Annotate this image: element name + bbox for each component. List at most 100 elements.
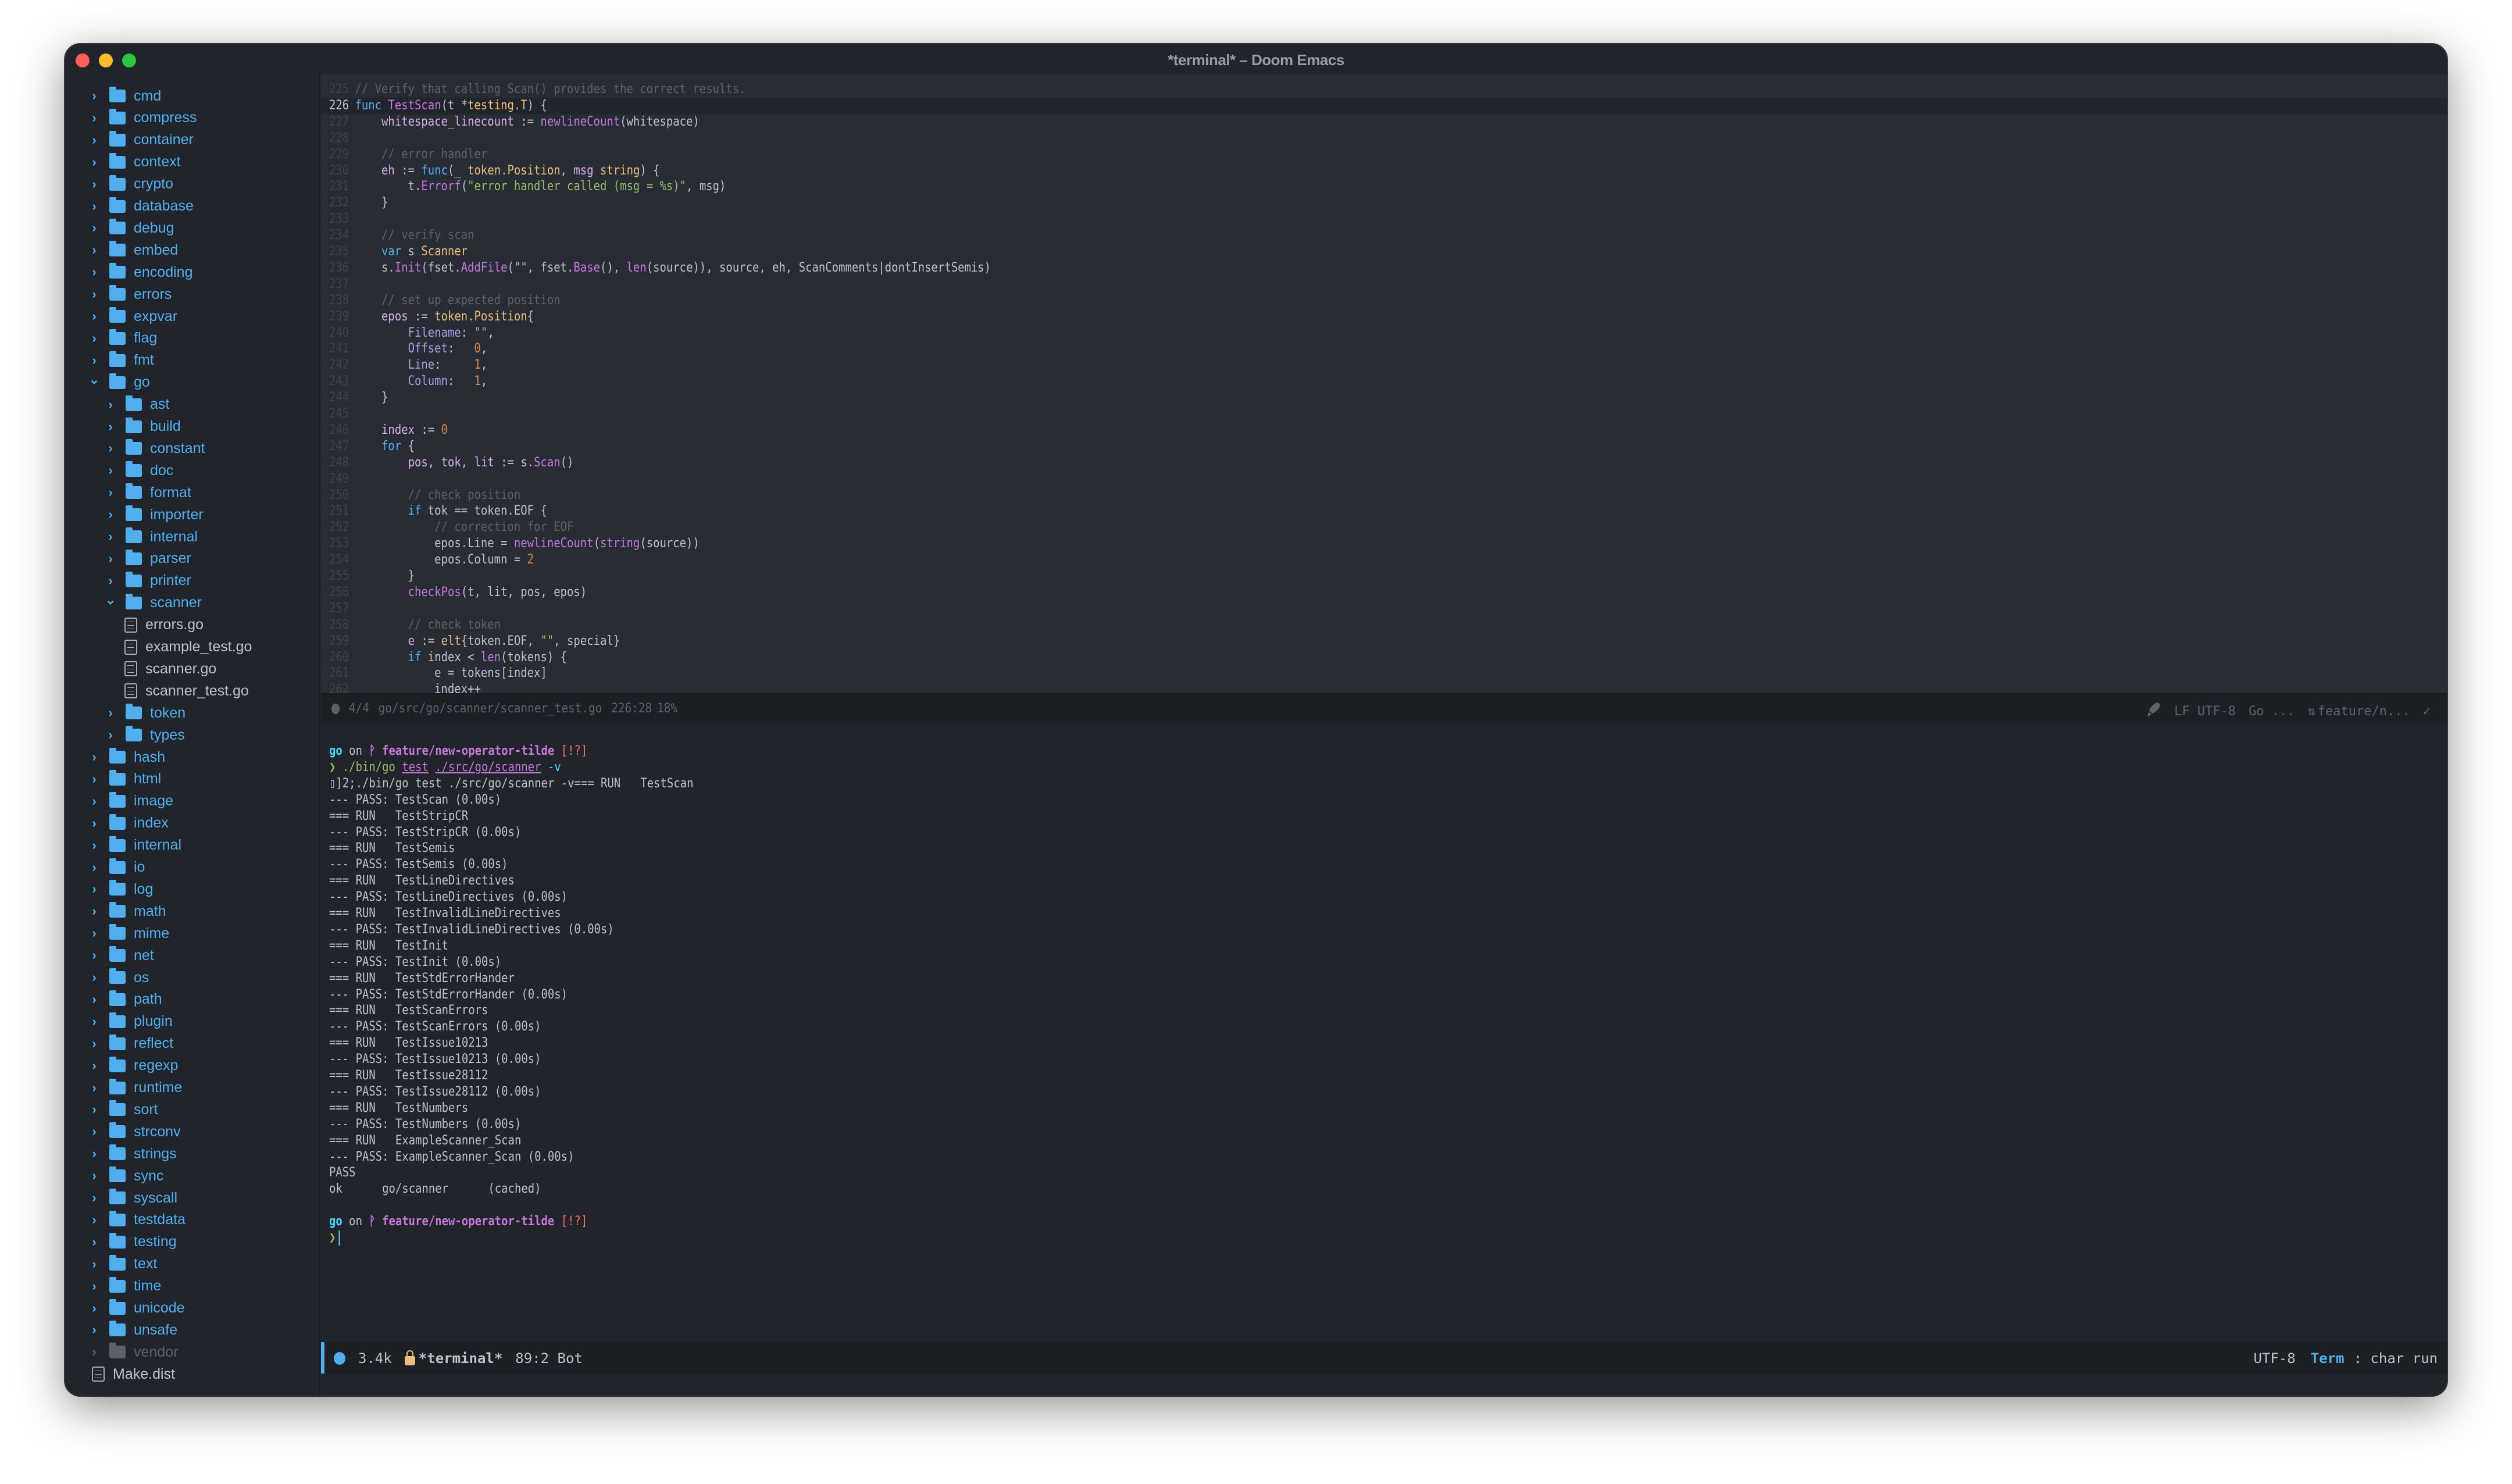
tree-folder-item[interactable]: › testing (88, 1231, 177, 1253)
tree-folder-item[interactable]: › importer (105, 504, 204, 526)
chevron-right-icon[interactable]: › (88, 155, 100, 170)
tree-folder-item[interactable]: › mime (88, 922, 169, 944)
chevron-right-icon[interactable]: › (105, 705, 116, 720)
chevron-right-icon[interactable]: › (88, 199, 100, 214)
code-line[interactable]: 261 e = tokens[index] (321, 665, 2149, 682)
tree-file-item[interactable]: scanner_test.go (124, 680, 249, 702)
code-line[interactable]: 249 (321, 471, 2149, 487)
chevron-right-icon[interactable]: › (88, 926, 100, 941)
chevron-right-icon[interactable]: › (88, 287, 100, 302)
chevron-right-icon[interactable]: › (105, 529, 116, 544)
chevron-right-icon[interactable]: › (88, 353, 100, 368)
chevron-right-icon[interactable]: › (105, 727, 116, 743)
tree-folder-item[interactable]: › strings (88, 1143, 177, 1165)
terminal-buffer[interactable]: go on ᚹ feature/new-operator-tilde [!?] ❯… (321, 723, 2447, 1342)
code-line[interactable]: 260 if index < len(tokens) { (321, 650, 2149, 666)
tree-folder-item[interactable]: › path (88, 989, 162, 1011)
tree-folder-item[interactable]: › syscall (88, 1187, 177, 1209)
code-line[interactable]: 240 Filename: "", (321, 325, 2149, 341)
chevron-right-icon[interactable]: › (105, 507, 116, 522)
tree-folder-item[interactable]: › reflect (88, 1033, 173, 1055)
tree-folder-item[interactable]: › plugin (88, 1011, 173, 1033)
code-line[interactable]: 230 eh := func(_ token.Position, msg str… (321, 163, 2149, 179)
chevron-right-icon[interactable]: › (88, 1058, 100, 1073)
tree-folder-item[interactable]: › embed (88, 239, 178, 261)
current-code-line[interactable]: 226 func TestScan(t *testing.T) { (321, 97, 2447, 114)
code-line[interactable]: 234 // verify scan (321, 227, 2149, 244)
tree-folder-item[interactable]: › strconv (88, 1121, 181, 1143)
tree-folder-item[interactable]: › html (88, 768, 161, 790)
tree-folder-item[interactable]: › token (105, 702, 185, 724)
code-line[interactable]: 231 t.Errorf("error handler called (msg … (321, 179, 2149, 195)
tree-folder-item[interactable]: › internal (88, 834, 181, 857)
chevron-right-icon[interactable]: › (88, 794, 100, 809)
chevron-right-icon[interactable]: › (88, 1344, 100, 1360)
chevron-right-icon[interactable]: › (105, 485, 116, 500)
code-line[interactable]: 241 Offset: 0, (321, 341, 2149, 357)
tree-folder-item[interactable]: › unicode (88, 1297, 185, 1319)
tree-folder-item[interactable]: › image (88, 790, 173, 812)
chevron-right-icon[interactable]: › (105, 463, 116, 478)
code-line[interactable]: 235 var s Scanner (321, 244, 2149, 260)
code-line[interactable]: 258 // check token (321, 617, 2149, 633)
code-line[interactable]: 244 } (321, 390, 2149, 406)
tree-folder-item[interactable]: › database (88, 195, 194, 217)
chevron-right-icon[interactable]: › (88, 242, 100, 258)
chevron-right-icon[interactable]: › (88, 992, 100, 1007)
tree-folder-item[interactable]: › ast (105, 394, 169, 416)
chevron-right-icon[interactable]: › (88, 1146, 100, 1161)
chevron-right-icon[interactable]: › (88, 1102, 100, 1117)
code-line[interactable]: 247 for { (321, 438, 2149, 455)
tree-folder-item[interactable]: ⌄ go (88, 372, 150, 394)
tree-folder-item[interactable]: › encoding (88, 261, 192, 283)
major-mode[interactable]: Go ... (2249, 704, 2295, 719)
chevron-right-icon[interactable]: › (88, 750, 100, 765)
tree-folder-item[interactable]: › build (105, 416, 181, 438)
vcs-branch[interactable]: ⇅ feature/n... (2308, 704, 2410, 719)
tree-folder-item[interactable]: › crypto (88, 173, 173, 195)
code-line[interactable]: 243 Column: 1, (321, 373, 2149, 390)
code-line[interactable]: 233 (321, 211, 2149, 227)
chevron-right-icon[interactable]: › (88, 1036, 100, 1051)
code-line[interactable]: 238 // set up expected position (321, 292, 2149, 309)
code-line[interactable]: 259 e := elt{token.EOF, "", special} (321, 633, 2149, 650)
chevron-right-icon[interactable]: › (88, 970, 100, 985)
chevron-right-icon[interactable]: › (88, 1301, 100, 1316)
tree-folder-item[interactable]: › debug (88, 217, 174, 239)
chevron-right-icon[interactable]: › (88, 88, 100, 104)
eol-encoding[interactable]: LF UTF-8 (2174, 704, 2236, 719)
tree-folder-item[interactable]: › fmt (88, 349, 154, 372)
chevron-right-icon[interactable]: › (88, 1279, 100, 1294)
chevron-right-icon[interactable]: › (88, 1014, 100, 1029)
tree-folder-item[interactable]: › runtime (88, 1077, 182, 1099)
tree-file-item[interactable]: scanner.go (124, 658, 216, 680)
tree-folder-item[interactable]: › time (88, 1275, 161, 1297)
tree-folder-item[interactable]: › expvar (88, 305, 177, 327)
tree-folder-item[interactable]: › printer (105, 570, 191, 592)
tree-folder-item[interactable]: › container (88, 129, 194, 151)
tree-file-item[interactable]: example_test.go (124, 636, 252, 658)
code-line[interactable]: 257 (321, 601, 2149, 617)
code-line[interactable]: 237 (321, 276, 2149, 292)
chevron-right-icon[interactable]: › (88, 904, 100, 919)
code-line[interactable]: 228 (321, 130, 2149, 147)
chevron-down-icon[interactable]: ⌄ (105, 593, 116, 608)
tree-folder-item[interactable]: › sort (88, 1098, 158, 1121)
chevron-right-icon[interactable]: › (88, 331, 100, 346)
chevron-right-icon[interactable]: › (88, 1322, 100, 1337)
tree-folder-item[interactable]: › index (88, 812, 169, 834)
tree-folder-item[interactable]: › regexp (88, 1055, 178, 1077)
tree-folder-item[interactable]: › cmd (88, 85, 161, 107)
chevron-right-icon[interactable]: › (88, 177, 100, 192)
chevron-right-icon[interactable]: › (88, 265, 100, 280)
code-line[interactable]: 229 // error handler (321, 147, 2149, 163)
chevron-right-icon[interactable]: › (105, 397, 116, 412)
code-line[interactable]: 245 (321, 406, 2149, 422)
tree-folder-item[interactable]: › vendor (88, 1341, 178, 1363)
tree-folder-item[interactable]: › flag (88, 327, 157, 349)
chevron-right-icon[interactable]: › (105, 551, 116, 566)
chevron-right-icon[interactable]: › (105, 573, 116, 588)
code-line[interactable]: 252 // correction for EOF (321, 519, 2149, 536)
tree-folder-item[interactable]: › doc (105, 459, 173, 481)
chevron-right-icon[interactable]: › (88, 1212, 100, 1228)
